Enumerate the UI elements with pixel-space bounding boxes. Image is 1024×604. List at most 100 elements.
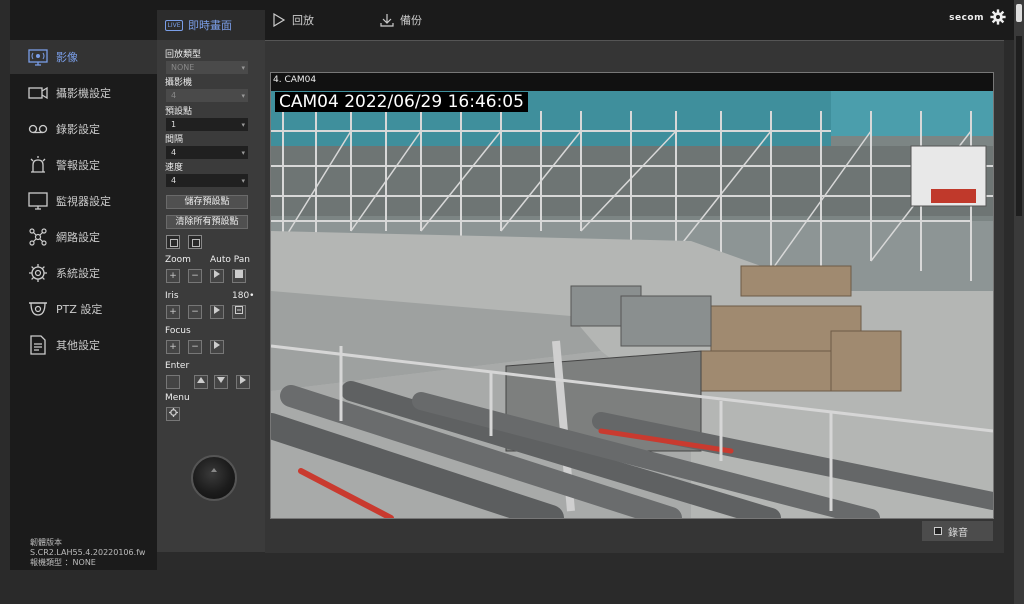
speed-select[interactable]: 4 ▾ (166, 174, 248, 187)
backup-button[interactable]: 備份 (380, 12, 422, 28)
sidebar-item-record-settings[interactable]: 錄影設定 (10, 112, 157, 146)
interval-label: 間隔 (165, 135, 184, 145)
sidebar-item-label: 影像 (56, 51, 78, 64)
sidebar-item-other-settings[interactable]: 其他設定 (10, 328, 157, 362)
tape-icon (28, 124, 48, 134)
select-value: 4 (171, 148, 177, 157)
sidebar-item-label: 監視器設定 (56, 195, 111, 208)
audio-label: 錄音 (948, 527, 968, 539)
select-value: 1 (171, 120, 177, 129)
triangle-up-icon (197, 377, 205, 383)
timestamp-overlay: CAM04 2022/06/29 16:46:05 (275, 92, 528, 112)
ptz-camera-icon (29, 302, 47, 316)
sidebar-item-label: 警報設定 (56, 159, 100, 172)
audio-toggle[interactable]: 錄音 (922, 521, 993, 541)
focus-near-button[interactable]: + (166, 340, 180, 354)
preset-select[interactable]: 1 ▾ (166, 118, 248, 131)
chevron-down-icon: ▾ (241, 121, 245, 129)
play-icon (214, 306, 220, 314)
playback-label: 回放 (292, 14, 314, 27)
chevron-down-icon: ▾ (241, 177, 245, 185)
gear-icon (168, 408, 178, 417)
menu-down-button[interactable] (214, 375, 228, 389)
live-view-header[interactable]: LIVE 即時畫面 (157, 10, 265, 40)
iris-label: Iris (165, 291, 179, 301)
layout-quad-button[interactable] (188, 235, 202, 249)
triangle-right-icon (240, 376, 246, 384)
menu-settings-button[interactable] (166, 407, 180, 421)
firmware-version: S.CR2.LAH55.4.20220106.fw (30, 548, 146, 557)
triangle-down-icon (217, 377, 225, 383)
sidebar-item-monitor-settings[interactable]: 監視器設定 (10, 184, 157, 218)
zoom-out-button[interactable]: − (188, 269, 202, 283)
layout-single-button[interactable] (166, 235, 180, 249)
playback-type-label: 回放類型 (165, 50, 202, 60)
play-icon (273, 13, 286, 27)
camera-icon (28, 86, 48, 100)
menu-up-button[interactable] (194, 375, 208, 389)
save-preset-button[interactable]: 儲存預設點 (166, 195, 248, 209)
document-icon (30, 335, 46, 355)
camera-title: 4. CAM04 (273, 75, 317, 85)
playback-button[interactable]: 回放 (272, 12, 314, 28)
ptz-joystick[interactable] (191, 455, 237, 501)
auto-pan-stop-button[interactable] (232, 269, 246, 283)
select-value: 4 (171, 91, 177, 100)
clear-presets-button[interactable]: 清除所有預設點 (166, 215, 248, 229)
play-icon (214, 341, 220, 349)
iris-open-button[interactable]: + (166, 305, 180, 319)
focus-auto-button[interactable] (210, 340, 224, 354)
select-value: NONE (171, 63, 195, 72)
camera-label: 攝影機 (165, 78, 193, 88)
flip-180-button[interactable] (232, 305, 246, 319)
camera-view[interactable]: 4. CAM04 CAM04 2022/06/29 16:46:05 (270, 72, 994, 519)
sidebar-item-ptz-settings[interactable]: PTZ 設定 (10, 292, 157, 326)
camera-feed-image (271, 91, 993, 518)
sidebar-item-camera-settings[interactable]: 攝影機設定 (10, 76, 157, 110)
focus-far-button[interactable]: − (188, 340, 202, 354)
camera-select[interactable]: 4 ▾ (166, 89, 248, 102)
enter-button[interactable] (166, 375, 180, 389)
chevron-down-icon: ▾ (241, 92, 245, 100)
status-bar (0, 570, 1014, 604)
zoom-in-button[interactable]: + (166, 269, 180, 283)
menu-right-button[interactable] (236, 375, 250, 389)
play-icon (214, 270, 220, 278)
settings-gear-icon[interactable] (990, 9, 1006, 25)
interval-select[interactable]: 4 ▾ (166, 146, 248, 159)
chevron-down-icon: ▾ (241, 64, 245, 72)
iris-close-button[interactable]: − (188, 305, 202, 319)
focus-label: Focus (165, 326, 191, 336)
firmware-info: 韌體版本 S.CR2.LAH55.4.20220106.fw 報機類型 ：NON… (30, 538, 145, 568)
alarm-icon (30, 156, 46, 173)
playback-type-select[interactable]: NONE ▾ (166, 61, 248, 74)
flip-180-label: 180• (232, 291, 255, 301)
speed-label: 速度 (165, 163, 184, 173)
iris-play-button[interactable] (210, 305, 224, 319)
sidebar-item-system-settings[interactable]: 系統設定 (10, 256, 157, 290)
select-value: 4 (171, 176, 177, 185)
sidebar-item-video[interactable]: 影像 (10, 40, 157, 74)
chevron-down-icon: ▾ (241, 149, 245, 157)
download-icon (380, 14, 394, 27)
dvr-type: 報機類型 ：NONE (30, 558, 96, 567)
sidebar-item-label: PTZ 設定 (56, 303, 103, 316)
sidebar-item-network-settings[interactable]: 網路設定 (10, 220, 157, 254)
stop-icon (235, 270, 243, 278)
auto-pan-start-button[interactable] (210, 269, 224, 283)
monitor-icon (28, 192, 48, 210)
audio-checkbox[interactable] (934, 527, 942, 535)
live-icon: LIVE (165, 19, 183, 31)
sidebar-item-alarm-settings[interactable]: 警報設定 (10, 148, 157, 182)
window-scrollbar[interactable] (1014, 0, 1024, 604)
menu-label: Menu (165, 393, 190, 403)
backup-label: 備份 (400, 14, 422, 27)
gear-icon (29, 264, 47, 282)
brand-logo: secom (949, 13, 984, 23)
zoom-label: Zoom (165, 255, 191, 265)
monitor-video-icon (28, 49, 48, 66)
ptz-control-panel: LIVE 即時畫面 回放類型 NONE ▾ 攝影機 4 ▾ 預設點 1 ▾ 間隔 4 ▾… (157, 10, 265, 552)
sidebar-item-label: 攝影機設定 (56, 87, 111, 100)
auto-pan-label: Auto Pan (210, 255, 250, 265)
app-window: 回放 備份 secom 影像 攝影機設定 錄影設定 警報設定 監視器設定 網路設… (0, 0, 1024, 604)
